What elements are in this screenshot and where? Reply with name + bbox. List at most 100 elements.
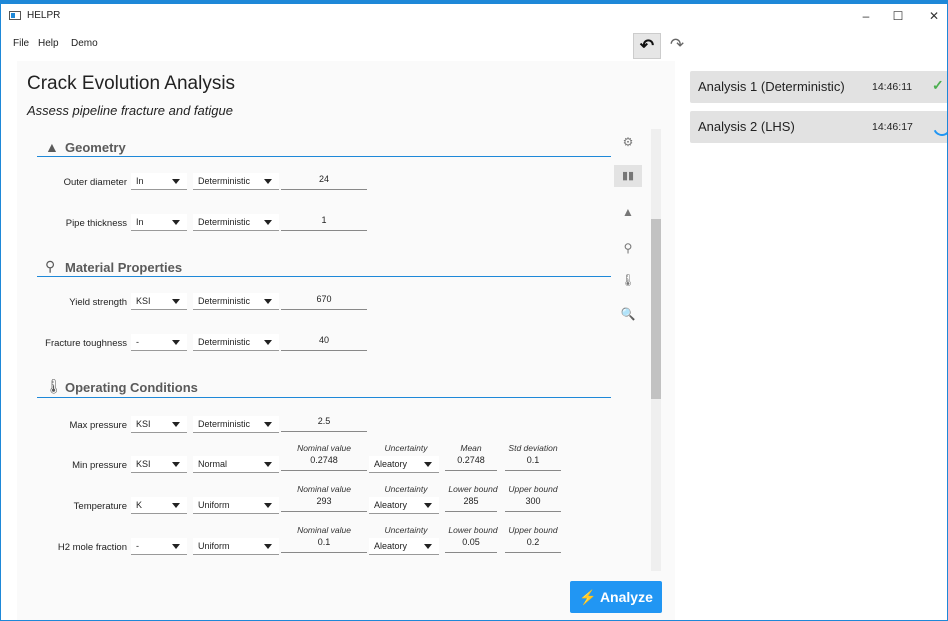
pipe-thickness-input[interactable]: 1 bbox=[281, 212, 367, 231]
analysis-name: Analysis 2 (LHS) bbox=[698, 119, 795, 134]
chevron-down-icon bbox=[424, 503, 432, 508]
menu-bar: File Help Demo bbox=[1, 34, 621, 54]
outer-diameter-dist-select[interactable]: Deterministic bbox=[193, 173, 279, 190]
min-pressure-label: Min pressure bbox=[72, 460, 127, 471]
chevron-down-icon bbox=[172, 220, 180, 225]
temperature-uncertainty-select[interactable]: Aleatory bbox=[369, 497, 439, 514]
h2-mole-fraction-nominal-input[interactable]: 0.1 bbox=[281, 534, 367, 553]
app-window: HELPR – ☐ ✕ File Help Demo ↶ ↷ Crack Evo… bbox=[0, 0, 948, 621]
pipe-thickness-dist-select[interactable]: Deterministic bbox=[193, 214, 279, 231]
menu-help[interactable]: Help bbox=[38, 38, 59, 49]
section-geometry: Geometry bbox=[65, 140, 126, 155]
yield-strength-label: Yield strength bbox=[69, 297, 127, 308]
maximize-icon[interactable]: ☐ bbox=[883, 7, 913, 25]
undo-icon: ↶ bbox=[639, 36, 655, 55]
page-subtitle: Assess pipeline fracture and fatigue bbox=[27, 103, 233, 118]
title-bar: HELPR – ☐ ✕ bbox=[1, 4, 947, 28]
analysis-list-panel: Analysis 1 (Deterministic) 14:46:11 ✓ An… bbox=[678, 61, 947, 620]
redo-icon: ↷ bbox=[669, 35, 685, 54]
microscope-nav-icon[interactable]: ⚲ bbox=[620, 241, 636, 255]
outer-diameter-unit-select[interactable]: In bbox=[131, 173, 187, 190]
min-pressure-uncertainty-select[interactable]: Aleatory bbox=[369, 456, 439, 473]
section-material: Material Properties bbox=[65, 260, 183, 275]
geometry-nav-icon[interactable]: ▲ bbox=[620, 205, 636, 219]
temperature-dist-select[interactable]: Uniform bbox=[193, 497, 279, 514]
temperature-unit-select[interactable]: K bbox=[131, 497, 187, 514]
pipe-thickness-label: Pipe thickness bbox=[65, 218, 127, 229]
section-divider bbox=[37, 156, 611, 157]
fracture-toughness-input[interactable]: 40 bbox=[281, 332, 367, 351]
gear-icon[interactable]: ⚙ bbox=[620, 135, 636, 149]
page-title: Crack Evolution Analysis bbox=[27, 73, 236, 94]
uncertainty-label: Uncertainty bbox=[384, 484, 428, 494]
min-pressure-dist-select[interactable]: Normal bbox=[193, 456, 279, 473]
temperature-label: Temperature bbox=[73, 501, 127, 512]
window-title: HELPR bbox=[27, 10, 61, 21]
analysis-item[interactable]: Analysis 2 (LHS) 14:46:17 bbox=[690, 111, 947, 143]
temperature-upper-input[interactable]: 300 bbox=[505, 493, 561, 512]
bar-chart-icon[interactable]: ▮▮ bbox=[620, 169, 636, 182]
chevron-down-icon bbox=[172, 179, 180, 184]
h2-mole-fraction-label: H2 mole fraction bbox=[57, 542, 127, 553]
thermometer-icon: 🌡 bbox=[45, 378, 63, 394]
chevron-down-icon bbox=[264, 422, 272, 427]
min-pressure-mean-input[interactable]: 0.2748 bbox=[445, 452, 497, 471]
min-pressure-std-input[interactable]: 0.1 bbox=[505, 452, 561, 471]
h2-mole-fraction-uncertainty-select[interactable]: Aleatory bbox=[369, 538, 439, 555]
redo-button[interactable]: ↷ bbox=[663, 33, 691, 59]
close-icon[interactable]: ✕ bbox=[919, 7, 947, 25]
chevron-down-icon bbox=[424, 544, 432, 549]
temperature-lower-input[interactable]: 285 bbox=[445, 493, 497, 512]
fracture-toughness-dist-select[interactable]: Deterministic bbox=[193, 334, 279, 351]
scrollbar-thumb[interactable] bbox=[651, 219, 661, 399]
pipe-thickness-unit-select[interactable]: In bbox=[131, 214, 187, 231]
h2-mole-fraction-dist-select[interactable]: Uniform bbox=[193, 538, 279, 555]
chevron-down-icon bbox=[172, 299, 180, 304]
fracture-toughness-label: Fracture toughness bbox=[45, 338, 127, 349]
menu-demo[interactable]: Demo bbox=[71, 38, 98, 49]
chevron-down-icon bbox=[264, 179, 272, 184]
outer-diameter-label: Outer diameter bbox=[63, 177, 127, 188]
uncertainty-label: Uncertainty bbox=[384, 525, 428, 535]
chevron-down-icon bbox=[424, 462, 432, 467]
yield-strength-dist-select[interactable]: Deterministic bbox=[193, 293, 279, 310]
loading-spinner-icon bbox=[930, 115, 947, 139]
yield-strength-input[interactable]: 670 bbox=[281, 291, 367, 310]
max-pressure-dist-select[interactable]: Deterministic bbox=[193, 416, 279, 433]
uncertainty-label: Uncertainty bbox=[384, 443, 428, 453]
max-pressure-input[interactable]: 2.5 bbox=[281, 413, 367, 432]
section-operating: Operating Conditions bbox=[65, 380, 198, 395]
temperature-nominal-input[interactable]: 293 bbox=[281, 493, 367, 512]
max-pressure-unit-select[interactable]: KSI bbox=[131, 416, 187, 433]
chevron-down-icon bbox=[172, 503, 180, 508]
section-divider bbox=[37, 397, 611, 398]
chevron-down-icon bbox=[172, 544, 180, 549]
h2-mole-fraction-lower-input[interactable]: 0.05 bbox=[445, 534, 497, 553]
checkmark-icon: ✓ bbox=[932, 77, 944, 93]
section-divider bbox=[37, 276, 611, 277]
chevron-down-icon bbox=[264, 503, 272, 508]
analysis-name: Analysis 1 (Deterministic) bbox=[698, 79, 845, 94]
chevron-down-icon bbox=[264, 544, 272, 549]
outer-diameter-input[interactable]: 24 bbox=[281, 171, 367, 190]
chevron-down-icon bbox=[172, 422, 180, 427]
fracture-toughness-unit-select[interactable]: - bbox=[131, 334, 187, 351]
analysis-item[interactable]: Analysis 1 (Deterministic) 14:46:11 ✓ bbox=[690, 71, 947, 103]
yield-strength-unit-select[interactable]: KSI bbox=[131, 293, 187, 310]
search-icon[interactable]: 🔍 bbox=[620, 307, 636, 321]
max-pressure-label: Max pressure bbox=[69, 420, 127, 431]
analysis-form: Crack Evolution Analysis Assess pipeline… bbox=[17, 61, 675, 620]
min-pressure-unit-select[interactable]: KSI bbox=[131, 456, 187, 473]
analysis-time: 14:46:11 bbox=[872, 81, 913, 93]
undo-button[interactable]: ↶ bbox=[633, 33, 661, 59]
h2-mole-fraction-upper-input[interactable]: 0.2 bbox=[505, 534, 561, 553]
chevron-down-icon bbox=[172, 340, 180, 345]
min-pressure-nominal-input[interactable]: 0.2748 bbox=[281, 452, 367, 471]
chevron-down-icon bbox=[264, 462, 272, 467]
minimize-icon[interactable]: – bbox=[851, 7, 881, 25]
h2-mole-fraction-unit-select[interactable]: - bbox=[131, 538, 187, 555]
thermometer-nav-icon[interactable]: 🌡 bbox=[620, 273, 636, 287]
menu-file[interactable]: File bbox=[13, 38, 29, 49]
analyze-button[interactable]: ⚡ Analyze bbox=[570, 581, 662, 613]
chevron-down-icon bbox=[264, 340, 272, 345]
